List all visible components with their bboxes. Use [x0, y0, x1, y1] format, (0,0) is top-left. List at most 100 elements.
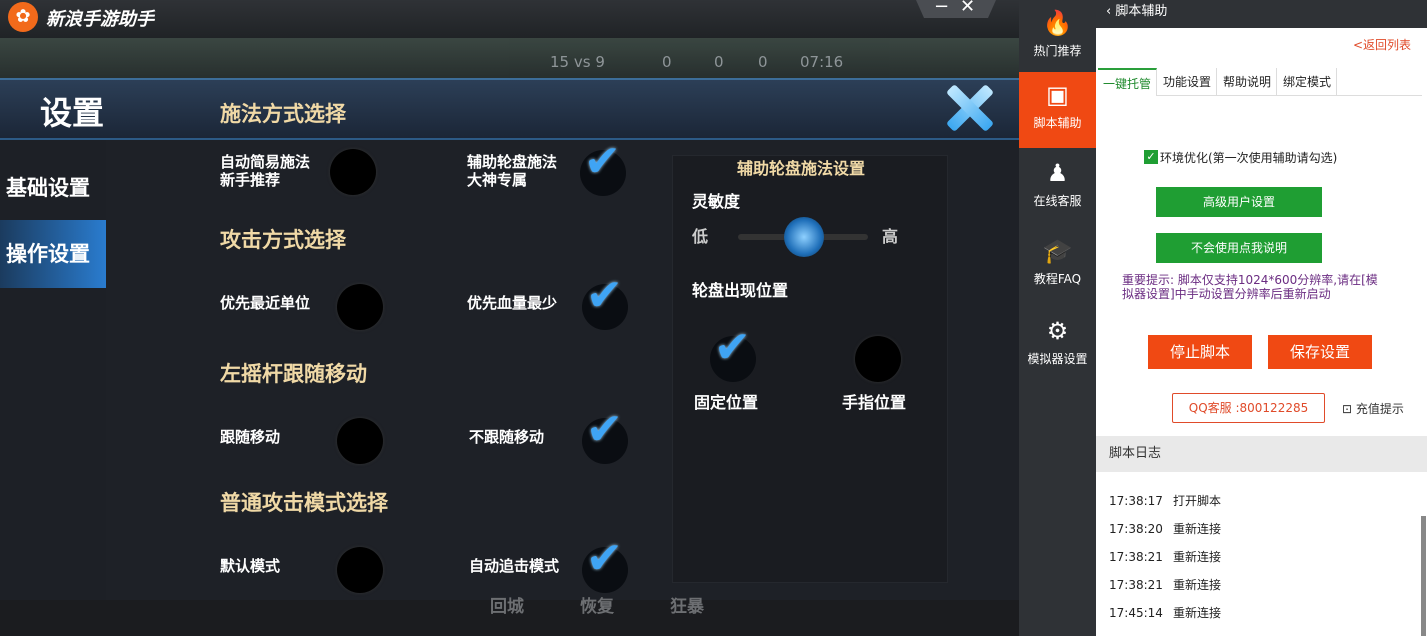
tab-help[interactable]: 帮助说明	[1218, 68, 1278, 96]
check-wheel-cast[interactable]: ✔	[580, 136, 626, 196]
log-time: 17:45:14	[1109, 606, 1163, 620]
app-logo-icon: ✿	[8, 2, 38, 32]
radio-auto-cast[interactable]	[330, 149, 376, 195]
minimize-button[interactable]: −	[934, 0, 949, 17]
panel-header: ‹ 脚本辅助	[1096, 0, 1427, 28]
window-controls	[916, 0, 996, 18]
qq-service-text: QQ客服 :800122285	[1188, 401, 1309, 415]
option-lowest-hp-label: 优先血量最少	[467, 294, 558, 312]
section-title-attack: 攻击方式选择	[220, 228, 346, 252]
radio-follow[interactable]	[337, 418, 383, 464]
log-row: 17:38:21 重新连接	[1109, 576, 1221, 593]
game-hud: 15 vs 9 0 0 0 07:16	[0, 38, 1019, 78]
assistant-sidebar: 🔥 热门推荐 ▣ 脚本辅助 ♟ 在线客服 🎓 教程FAQ ⚙ 模拟器设置	[1019, 0, 1096, 636]
recharge-tip-text: 充值提示	[1355, 402, 1404, 416]
sidebar-faq[interactable]: 🎓 教程FAQ	[1019, 228, 1096, 304]
log-message: 重新连接	[1173, 522, 1222, 536]
panel-title: 辅助轮盘施法设置	[737, 159, 866, 178]
log-time: 17:38:20	[1109, 522, 1163, 536]
close-settings-icon[interactable]	[944, 84, 992, 132]
sidebar-service-label: 在线客服	[1033, 194, 1082, 208]
sensitivity-slider-knob[interactable]	[784, 217, 824, 257]
recharge-tip[interactable]: ⊡ 充值提示	[1342, 400, 1404, 417]
tab-one-click[interactable]: 一键托管	[1098, 68, 1158, 96]
env-optimize-label: 环境优化(第一次使用辅助请勾选)	[1160, 151, 1338, 165]
nav-basic-settings[interactable]: 基础设置	[0, 154, 106, 222]
radio-nearest[interactable]	[337, 284, 383, 330]
help-button[interactable]: 不会使用点我说明	[1156, 233, 1322, 263]
panel-tabs: 一键托管 功能设置 帮助说明 绑定模式	[1098, 68, 1422, 96]
option-wheel-cast-label: 辅助轮盘施法	[467, 153, 558, 171]
heal-button: 恢复	[580, 597, 614, 617]
recall-button: 回城	[490, 597, 524, 617]
option-nearest-label: 优先最近单位	[220, 294, 311, 312]
option-no-follow-label: 不跟随移动	[469, 428, 545, 446]
close-window-button[interactable]: ✕	[960, 0, 975, 17]
radio-default[interactable]	[337, 547, 383, 593]
gear-icon: ⚙	[1046, 317, 1069, 345]
log-message: 重新连接	[1173, 550, 1222, 564]
game-window: ✿ 新浪手游助手 − ✕ 15 vs 9 0 0 0 07:16 设置 施法方式…	[0, 0, 1019, 636]
checkmark-icon: ✔	[584, 136, 621, 187]
option-follow-label: 跟随移动	[220, 428, 281, 446]
stop-script-button[interactable]: 停止脚本	[1148, 335, 1252, 369]
checkmark-icon: ✔	[714, 322, 751, 373]
log-message: 打开脚本	[1173, 494, 1222, 508]
option-auto-cast-label: 自动简易施法	[220, 153, 311, 171]
log-time: 17:38:21	[1109, 578, 1163, 592]
flame-icon: 🔥	[1042, 9, 1073, 37]
tab-features[interactable]: 功能设置	[1158, 68, 1218, 96]
fixed-position-label: 固定位置	[694, 393, 759, 412]
section-title-cast: 施法方式选择	[220, 102, 346, 126]
check-chase[interactable]: ✔	[582, 533, 628, 593]
sidebar-hot[interactable]: 🔥 热门推荐	[1019, 0, 1096, 76]
back-to-list-link[interactable]: <返回列表	[1353, 36, 1411, 53]
finger-position-label: 手指位置	[842, 393, 907, 412]
log-message: 重新连接	[1173, 578, 1222, 592]
check-fixed-position[interactable]: ✔	[710, 322, 756, 382]
log-time: 17:38:17	[1109, 494, 1163, 508]
checkmark-icon: ✔	[586, 533, 623, 584]
env-optimize-checkbox[interactable]: ✓	[1144, 150, 1158, 164]
assists-count: 0	[758, 53, 768, 71]
qq-service-button[interactable]: QQ客服 :800122285	[1172, 393, 1325, 423]
log-scrollbar[interactable]	[1421, 516, 1426, 636]
log-header: 脚本日志	[1096, 436, 1427, 472]
script-panel: ‹ 脚本辅助 <返回列表 一键托管 功能设置 帮助说明 绑定模式 ✓ 环境优化(…	[1096, 0, 1427, 636]
sensitivity-high: 高	[882, 227, 899, 246]
section-title-normal-attack: 普通攻击模式选择	[220, 491, 388, 515]
radio-finger-position[interactable]	[855, 336, 901, 382]
settings-nav: 基础设置 操作设置	[0, 140, 106, 636]
app-title: 新浪手游助手	[46, 9, 154, 30]
rage-button: 狂暴	[670, 597, 704, 617]
checkmark-icon: ✔	[586, 404, 623, 455]
log-row: 17:38:21 重新连接	[1109, 548, 1221, 565]
log-row: 17:45:14 重新连接	[1109, 604, 1221, 621]
settings-title: 设置	[40, 94, 105, 132]
checkmark-icon: ✔	[586, 270, 623, 321]
qq-icon: ♟	[1046, 159, 1069, 187]
tab-bind[interactable]: 绑定模式	[1278, 68, 1338, 96]
log-message: 重新连接	[1173, 606, 1222, 620]
title-bar: ✿ 新浪手游助手	[0, 0, 1019, 38]
sidebar-script[interactable]: ▣ 脚本辅助	[1019, 72, 1096, 148]
check-no-follow[interactable]: ✔	[582, 404, 628, 464]
option-chase-label: 自动追击模式	[469, 557, 560, 575]
sidebar-service[interactable]: ♟ 在线客服	[1019, 150, 1096, 226]
nav-operation-settings[interactable]: 操作设置	[0, 220, 106, 288]
save-settings-button[interactable]: 保存设置	[1268, 335, 1372, 369]
sidebar-emulator[interactable]: ⚙ 模拟器设置	[1019, 308, 1096, 384]
option-default-label: 默认模式	[220, 557, 281, 575]
log-row: 17:38:17 打开脚本	[1109, 492, 1221, 509]
log-time: 17:38:21	[1109, 550, 1163, 564]
deaths-count: 0	[714, 53, 724, 71]
advanced-settings-button[interactable]: 高级用户设置	[1156, 187, 1322, 217]
sidebar-emulator-label: 模拟器设置	[1027, 352, 1088, 366]
wheel-position-title: 轮盘出现位置	[692, 281, 789, 300]
panel-header-title: 脚本辅助	[1115, 4, 1168, 19]
sensitivity-label: 灵敏度	[692, 192, 741, 211]
option-wheel-cast-sub: 大神专属	[467, 171, 528, 189]
option-auto-cast-sub: 新手推荐	[220, 171, 281, 189]
score-text: 15 vs 9	[550, 53, 605, 71]
check-lowest-hp[interactable]: ✔	[582, 270, 628, 330]
